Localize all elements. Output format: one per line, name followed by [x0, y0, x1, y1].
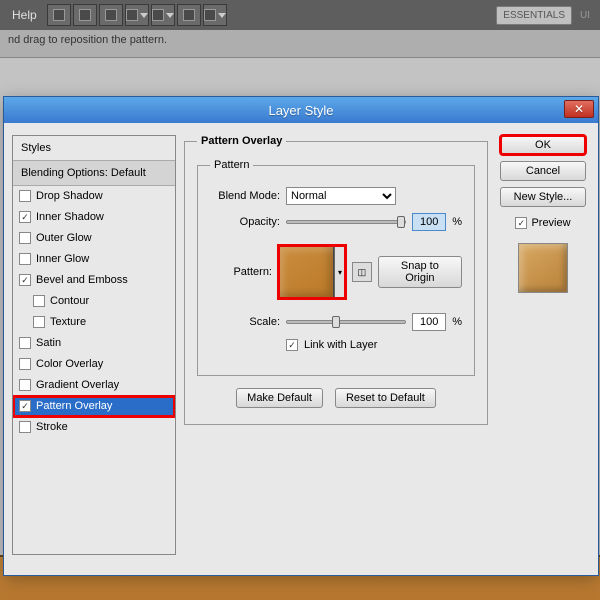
make-default-button[interactable]: Make Default [236, 388, 323, 408]
scale-slider[interactable] [286, 320, 406, 324]
cancel-button[interactable]: Cancel [500, 161, 586, 181]
toolbar-icon-2[interactable] [73, 4, 97, 26]
pattern-dropdown-arrow[interactable]: ▾ [334, 245, 346, 299]
link-with-layer-label: Link with Layer [304, 339, 377, 351]
style-label: Satin [36, 337, 61, 349]
style-label: Gradient Overlay [36, 379, 119, 391]
style-row-contour[interactable]: Contour [13, 291, 175, 312]
scale-value[interactable]: 100 [412, 313, 446, 331]
pattern-subgroup-legend: Pattern [210, 159, 253, 171]
style-checkbox[interactable] [19, 190, 31, 202]
preview-swatch [518, 243, 568, 293]
style-row-bevel-and-emboss[interactable]: ✓ Bevel and Emboss [13, 270, 175, 291]
style-checkbox[interactable] [33, 316, 45, 328]
layer-style-dialog: Layer Style ✕ Styles Blending Options: D… [3, 96, 599, 576]
options-bar: nd drag to reposition the pattern. [0, 30, 600, 58]
opacity-label: Opacity: [210, 216, 280, 228]
style-checkbox[interactable] [19, 232, 31, 244]
style-label: Texture [50, 316, 86, 328]
pattern-label: Pattern: [210, 266, 272, 278]
app-menu-bar: Help ESSENTIALS UI [0, 0, 600, 30]
workspace-tab[interactable]: UI [574, 6, 596, 25]
ok-button[interactable]: OK [500, 135, 586, 155]
link-with-layer-checkbox[interactable]: ✓ [286, 339, 298, 351]
pattern-swatch[interactable] [278, 245, 334, 299]
workspace-button[interactable]: ESSENTIALS [496, 6, 572, 25]
style-row-inner-shadow[interactable]: ✓ Inner Shadow [13, 207, 175, 228]
style-row-satin[interactable]: Satin [13, 333, 175, 354]
pattern-overlay-group: Pattern Overlay Pattern Blend Mode: Norm… [184, 135, 488, 425]
style-checkbox[interactable]: ✓ [19, 274, 31, 286]
style-label: Outer Glow [36, 232, 92, 244]
toolbar-icon-5[interactable] [151, 4, 175, 26]
style-label: Stroke [36, 421, 68, 433]
style-checkbox[interactable] [19, 358, 31, 370]
style-label: Contour [50, 295, 89, 307]
style-label: Bevel and Emboss [36, 274, 128, 286]
style-checkbox[interactable] [19, 337, 31, 349]
style-label: Inner Shadow [36, 211, 104, 223]
toolbar-icon-6[interactable] [177, 4, 201, 26]
new-preset-icon[interactable]: ◫ [352, 262, 372, 282]
pattern-subgroup: Pattern Blend Mode: Normal Opacity: 100 … [197, 159, 475, 376]
toolbar-icon-4[interactable] [125, 4, 149, 26]
style-label: Pattern Overlay [36, 400, 112, 412]
style-row-stroke[interactable]: Stroke [13, 417, 175, 438]
pattern-overlay-legend: Pattern Overlay [197, 135, 286, 147]
scale-unit: % [452, 316, 462, 328]
style-checkbox[interactable]: ✓ [19, 211, 31, 223]
new-style-button[interactable]: New Style... [500, 187, 586, 207]
snap-to-origin-button[interactable]: Snap to Origin [378, 256, 462, 288]
style-checkbox[interactable] [19, 379, 31, 391]
style-row-pattern-overlay[interactable]: ✓ Pattern Overlay [13, 396, 175, 417]
style-row-outer-glow[interactable]: Outer Glow [13, 228, 175, 249]
style-row-inner-glow[interactable]: Inner Glow [13, 249, 175, 270]
blend-mode-select[interactable]: Normal [286, 187, 396, 205]
style-checkbox[interactable] [33, 295, 45, 307]
style-row-gradient-overlay[interactable]: Gradient Overlay [13, 375, 175, 396]
opacity-value[interactable]: 100 [412, 213, 446, 231]
style-checkbox[interactable]: ✓ [19, 400, 31, 412]
menu-help[interactable]: Help [4, 4, 45, 26]
style-label: Color Overlay [36, 358, 103, 370]
close-button[interactable]: ✕ [564, 100, 594, 118]
dialog-title: Layer Style [268, 103, 333, 118]
style-checkbox[interactable] [19, 253, 31, 265]
blend-mode-label: Blend Mode: [210, 190, 280, 202]
reset-to-default-button[interactable]: Reset to Default [335, 388, 436, 408]
toolbar-icon-3[interactable] [99, 4, 123, 26]
style-checkbox[interactable] [19, 421, 31, 433]
style-row-texture[interactable]: Texture [13, 312, 175, 333]
opacity-unit: % [452, 216, 462, 228]
opacity-slider[interactable] [286, 220, 406, 224]
style-label: Inner Glow [36, 253, 89, 265]
toolbar-icon-7[interactable] [203, 4, 227, 26]
style-label: Drop Shadow [36, 190, 103, 202]
style-row-color-overlay[interactable]: Color Overlay [13, 354, 175, 375]
blending-options-header[interactable]: Blending Options: Default [13, 161, 175, 186]
preview-checkbox[interactable]: ✓ [515, 217, 527, 229]
hint-text: nd drag to reposition the pattern. [8, 34, 167, 46]
styles-list: Styles Blending Options: Default Drop Sh… [12, 135, 176, 555]
scale-label: Scale: [210, 316, 280, 328]
styles-header[interactable]: Styles [13, 136, 175, 161]
dialog-titlebar: Layer Style ✕ [4, 97, 598, 123]
preview-label: Preview [531, 217, 570, 229]
toolbar-icon-1[interactable] [47, 4, 71, 26]
style-row-drop-shadow[interactable]: Drop Shadow [13, 186, 175, 207]
